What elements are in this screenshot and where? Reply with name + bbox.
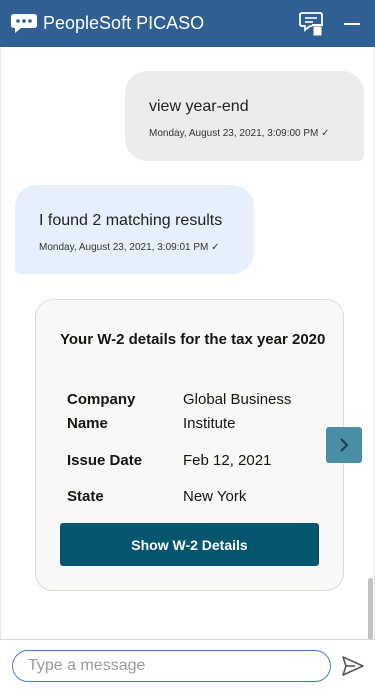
clear-conversation-icon[interactable] <box>298 10 326 38</box>
send-icon[interactable] <box>341 654 365 678</box>
message-composer <box>0 639 375 689</box>
minimize-icon[interactable] <box>342 10 362 38</box>
app-title: PeopleSoft PICASO <box>43 13 205 33</box>
user-message-timestamp: Monday, August 23, 2021, 3:09:00 PM ✓ <box>149 128 330 139</box>
message-input[interactable] <box>12 650 331 682</box>
chat-header: PeopleSoft PICASO <box>0 0 375 47</box>
issue-date-label: Issue Date <box>67 452 143 469</box>
w2-result-card: Your W-2 details for the tax year 2020 C… <box>35 299 344 591</box>
chat-bubble-icon <box>11 14 37 33</box>
scrollbar-thumb[interactable] <box>368 578 373 640</box>
bot-message-text: I found 2 matching results <box>39 212 223 229</box>
card-title: Your W-2 details for the tax year 2020 <box>60 331 326 348</box>
state-label: State <box>67 488 104 505</box>
user-message-text: view year-end <box>149 98 249 115</box>
chevron-right-icon <box>340 438 349 452</box>
issue-date-value: Feb 12, 2021 <box>183 452 272 469</box>
conversation-pane: view year-end Monday, August 23, 2021, 3… <box>0 47 375 640</box>
bot-message-bubble: I found 2 matching results Monday, Augus… <box>15 185 254 274</box>
bot-message-timestamp: Monday, August 23, 2021, 3:09:01 PM ✓ <box>39 242 220 253</box>
state-value: New York <box>183 488 247 505</box>
company-name-value: Global Business Institute <box>183 391 292 432</box>
user-message-bubble: view year-end Monday, August 23, 2021, 3… <box>125 71 364 161</box>
carousel-next-button[interactable] <box>326 427 362 463</box>
show-w2-details-button[interactable]: Show W-2 Details <box>60 523 319 566</box>
company-name-label: Company Name <box>67 391 136 432</box>
